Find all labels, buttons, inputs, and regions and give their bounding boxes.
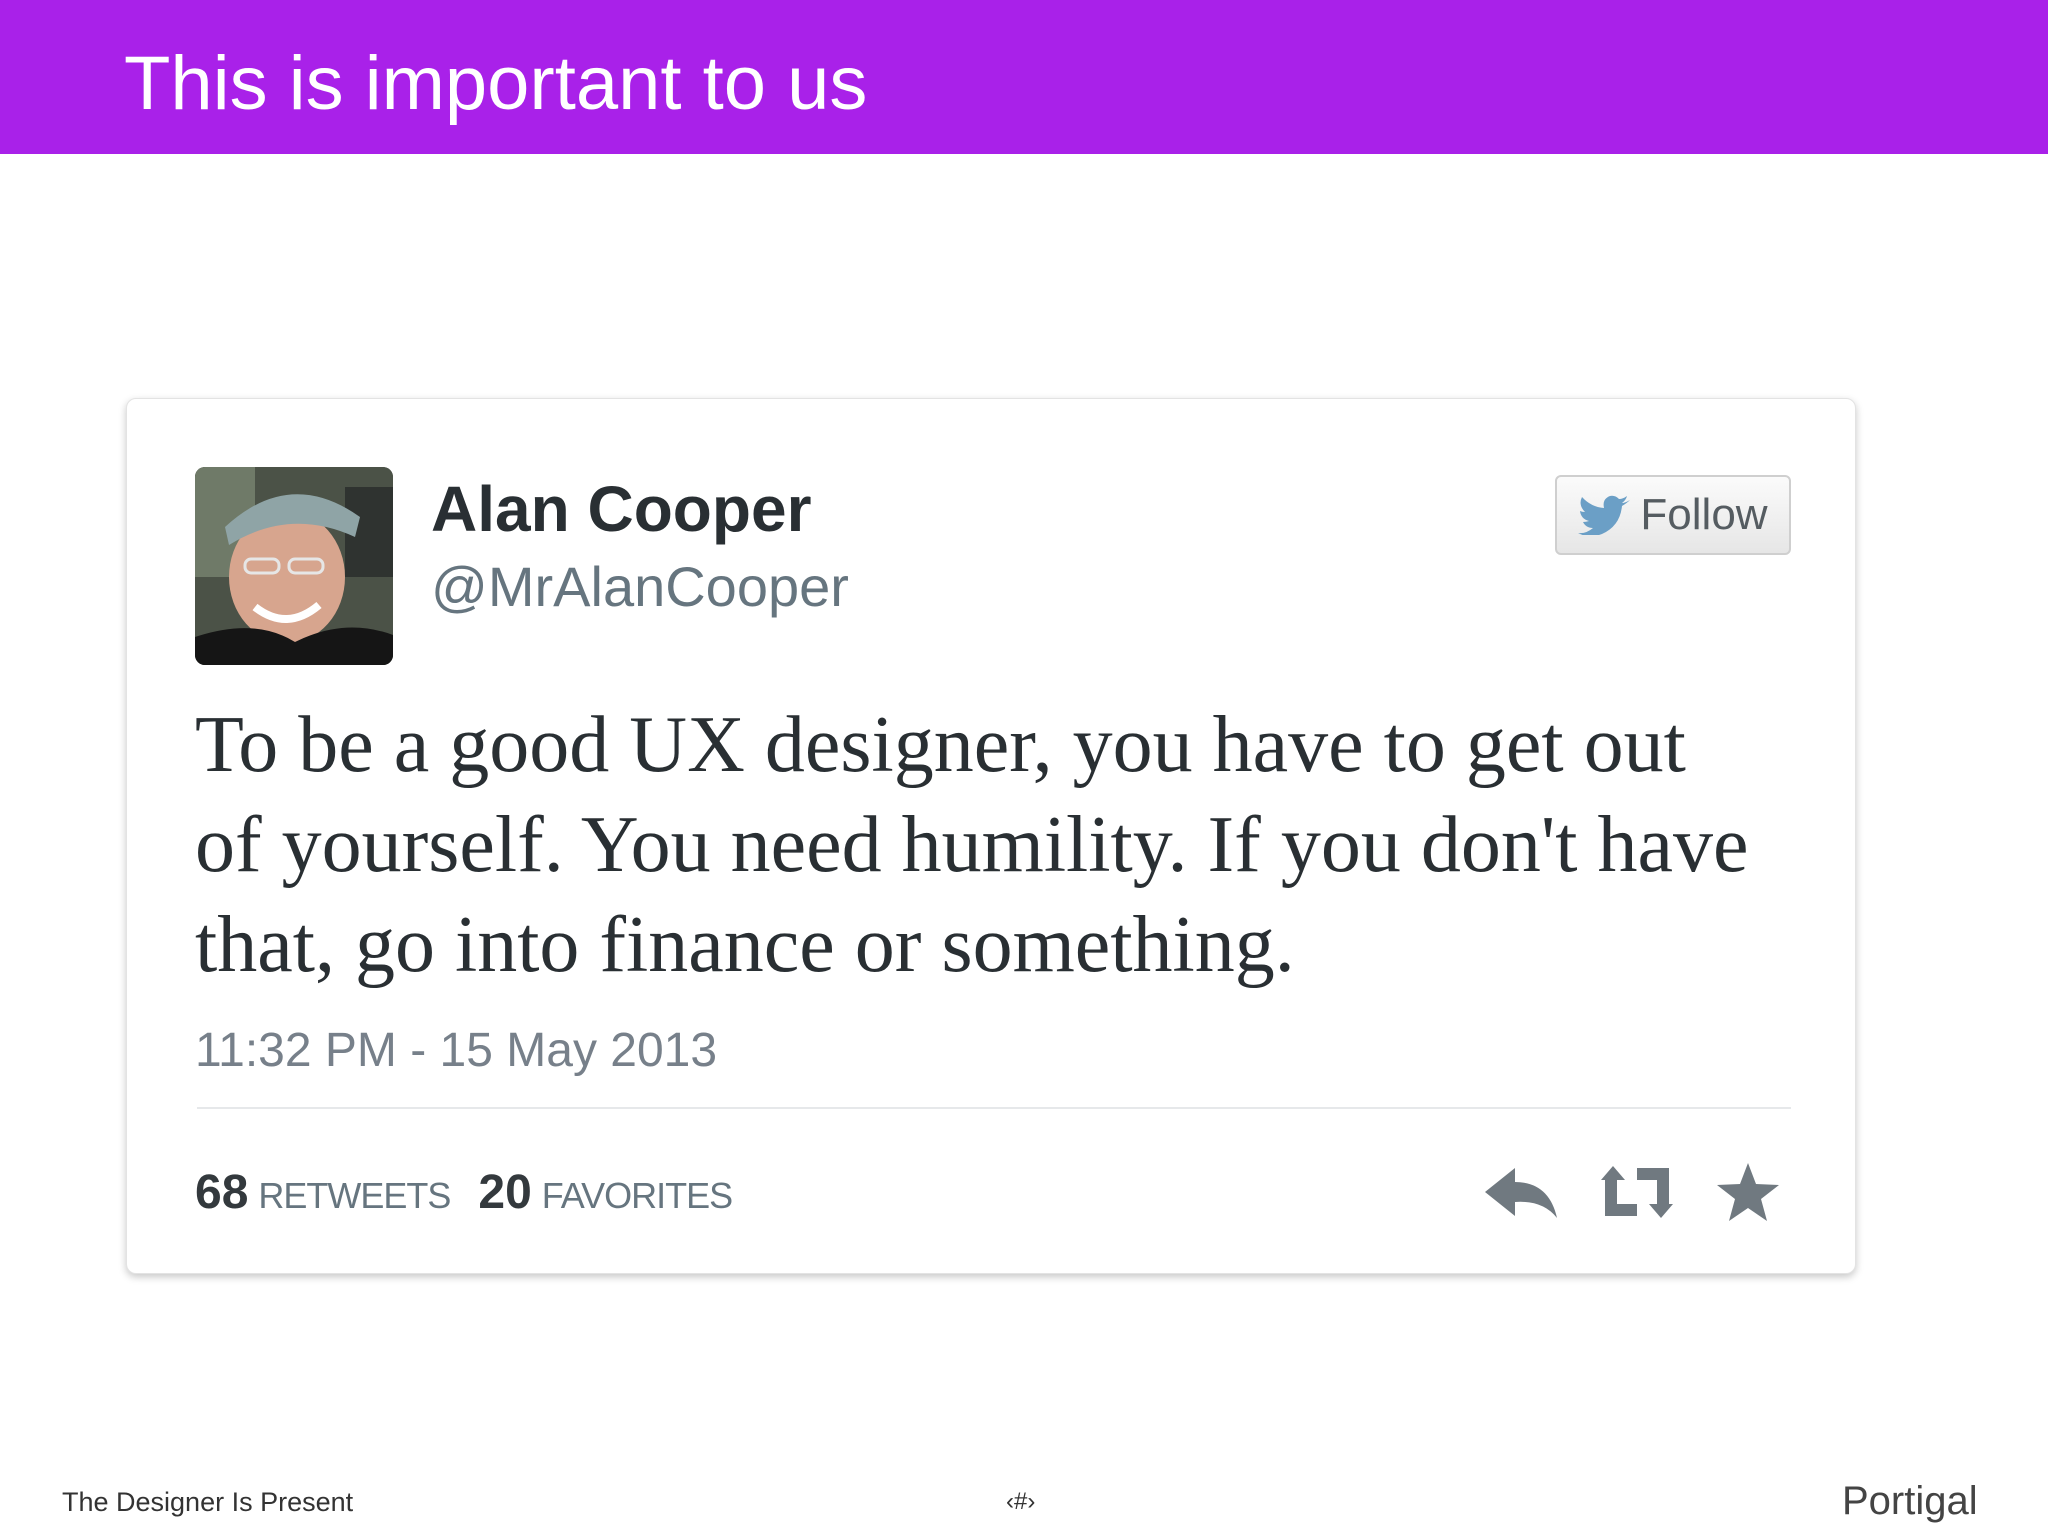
- retweets-stat[interactable]: 68 RETWEETS: [195, 1165, 451, 1220]
- footer-deck-title: The Designer Is Present: [62, 1487, 354, 1517]
- tweet-text: To be a good UX designer, you have to ge…: [195, 701, 1749, 989]
- author-name[interactable]: Alan Cooper: [431, 471, 811, 547]
- favorites-count: 20: [478, 1166, 532, 1219]
- author-handle[interactable]: @MrAlanCooper: [431, 553, 849, 621]
- favorites-label: FAVORITES: [541, 1175, 733, 1216]
- slide-title: This is important to us: [124, 41, 868, 126]
- retweets-count: 68: [195, 1166, 249, 1219]
- favorites-stat[interactable]: 20 FAVORITES: [478, 1165, 733, 1220]
- title-bar: This is important to us: [0, 0, 2048, 154]
- divider: [197, 1107, 1791, 1109]
- avatar-photo: [195, 467, 393, 665]
- follow-button[interactable]: Follow: [1555, 475, 1791, 555]
- tweet-stats: 68 RETWEETS 20 FAVORITES: [195, 1165, 733, 1220]
- follow-label: Follow: [1640, 490, 1768, 539]
- footer-author: Portigal: [1842, 1479, 1978, 1523]
- star-icon[interactable]: [1715, 1161, 1781, 1223]
- avatar[interactable]: [195, 467, 393, 665]
- tweet-card: Alan Cooper @MrAlanCooper Follow To be a…: [126, 398, 1856, 1274]
- tweet-timestamp[interactable]: 11:32 PM - 15 May 2013: [195, 1021, 717, 1081]
- reply-arrow-icon[interactable]: [1483, 1162, 1559, 1222]
- retweet-icon[interactable]: [1597, 1162, 1677, 1222]
- tweet-actions: [1483, 1161, 1781, 1223]
- twitter-bird-icon: [1578, 495, 1631, 535]
- footer-slide-number: ‹#›: [1006, 1488, 1036, 1515]
- retweets-label: RETWEETS: [258, 1175, 451, 1216]
